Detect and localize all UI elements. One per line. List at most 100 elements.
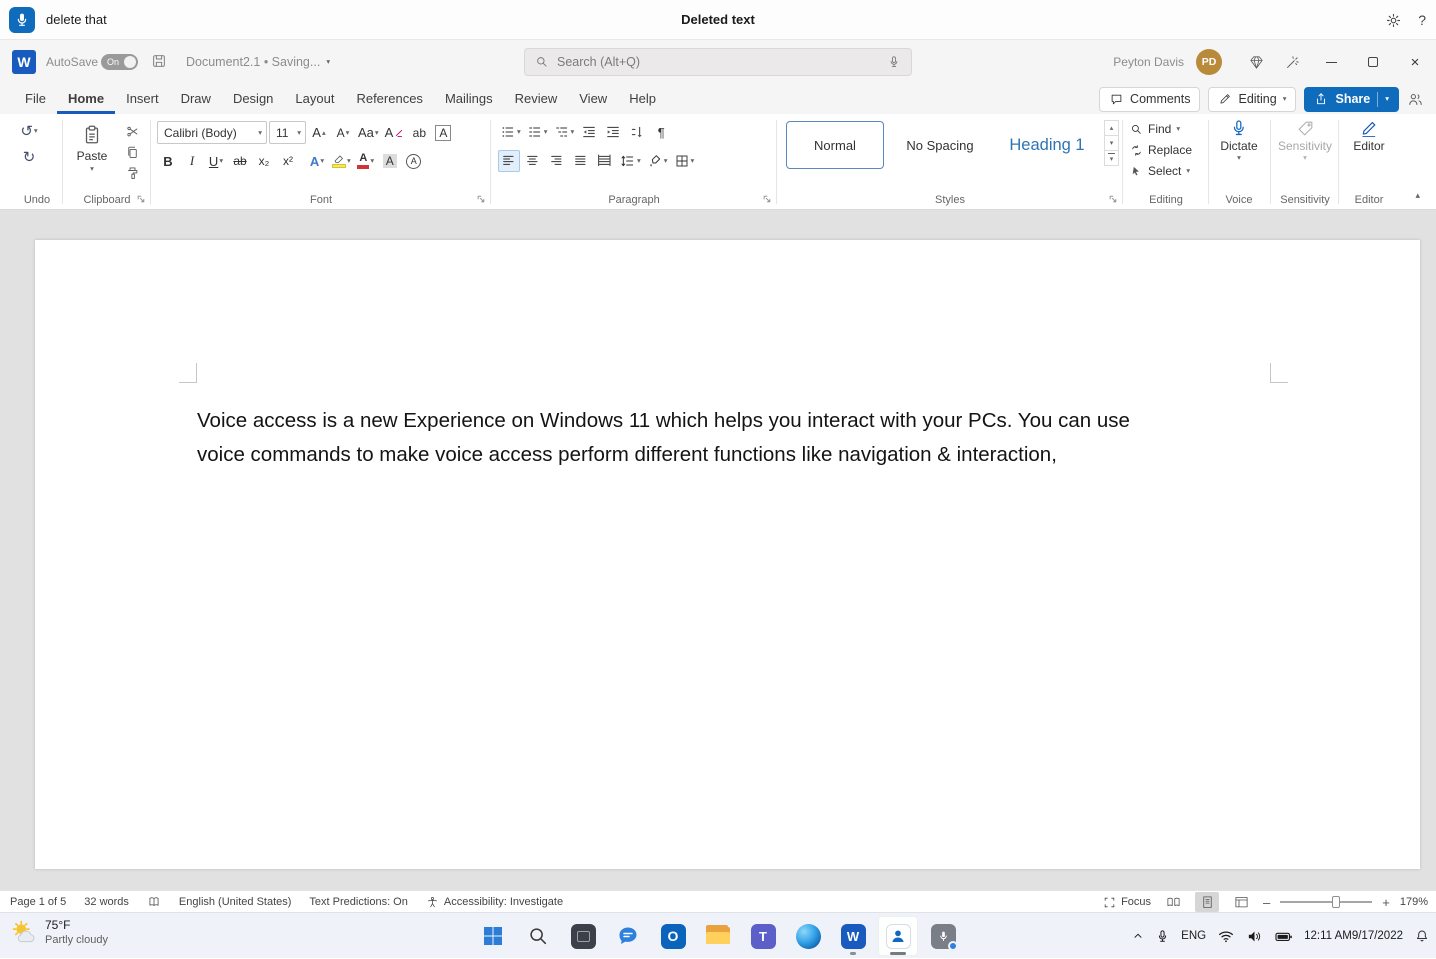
save-sync-icon[interactable]: [151, 53, 167, 69]
voice-access-settings-icon[interactable]: [923, 916, 963, 956]
replace-button[interactable]: Replace: [1130, 143, 1192, 157]
document-text[interactable]: Voice access is a new Experience on Wind…: [197, 404, 1327, 471]
search-box[interactable]: [524, 48, 912, 76]
tab-mailings[interactable]: Mailings: [434, 84, 504, 114]
sensitivity-button[interactable]: Sensitivity ▾: [1278, 119, 1332, 162]
clock[interactable]: 12:11 AM 9/17/2022: [1304, 929, 1403, 943]
subscript-button[interactable]: x₂: [253, 150, 275, 172]
people-icon[interactable]: [1407, 91, 1424, 108]
strikethrough-button[interactable]: ab: [229, 150, 251, 172]
bold-button[interactable]: B: [157, 150, 179, 172]
style-normal[interactable]: Normal: [786, 121, 884, 169]
zoom-slider[interactable]: [1280, 901, 1372, 903]
change-case-button[interactable]: Aa▾: [356, 122, 381, 144]
language-switcher[interactable]: ENG: [1181, 930, 1206, 942]
tab-help[interactable]: Help: [618, 84, 667, 114]
comments-button[interactable]: Comments: [1099, 87, 1200, 112]
zoom-in-button[interactable]: +: [1382, 895, 1390, 910]
decrease-indent-button[interactable]: [578, 121, 600, 143]
language-indicator[interactable]: English (United States): [179, 896, 292, 908]
tab-insert[interactable]: Insert: [115, 84, 170, 114]
zoom-out-button[interactable]: –: [1263, 895, 1270, 910]
proofing-status[interactable]: [147, 895, 161, 909]
weather-widget[interactable]: 75°F Partly cloudy: [10, 918, 108, 947]
file-explorer-icon[interactable]: [698, 916, 738, 956]
voice-help-button[interactable]: ?: [1418, 12, 1426, 28]
accessibility-status[interactable]: Accessibility: Investigate: [426, 896, 563, 909]
voice-settings-gear-icon[interactable]: [1385, 12, 1402, 29]
highlight-button[interactable]: ▾: [330, 150, 353, 172]
shading-button[interactable]: ▾: [645, 150, 670, 172]
tab-view[interactable]: View: [568, 84, 618, 114]
text-predictions[interactable]: Text Predictions: On: [309, 896, 407, 908]
share-button[interactable]: Share ▾: [1304, 87, 1399, 112]
italic-button[interactable]: I: [181, 150, 203, 172]
zoom-level[interactable]: 179%: [1400, 896, 1428, 908]
notification-bell-icon[interactable]: [1414, 928, 1430, 944]
tab-draw[interactable]: Draw: [170, 84, 222, 114]
word-app-icon[interactable]: W: [12, 50, 36, 74]
cut-button[interactable]: [120, 121, 144, 141]
align-center-button[interactable]: [522, 150, 544, 172]
tab-review[interactable]: Review: [504, 84, 569, 114]
voice-access-app-icon[interactable]: [878, 916, 918, 956]
styles-scroll-down[interactable]: ▾: [1104, 135, 1119, 151]
word-taskbar-icon[interactable]: W: [833, 916, 873, 956]
numbering-button[interactable]: ▾: [525, 121, 550, 143]
bullets-button[interactable]: ▾: [498, 121, 523, 143]
chat-icon[interactable]: [608, 916, 648, 956]
redo-button[interactable]: ↻: [18, 146, 40, 168]
font-color-button[interactable]: A ▾: [355, 150, 377, 172]
font-size-combo[interactable]: 11 ▾: [269, 121, 306, 144]
paragraph-dialog-launcher[interactable]: [760, 192, 774, 206]
grow-font-button[interactable]: A▴: [308, 122, 330, 144]
zoom-slider-thumb[interactable]: [1332, 896, 1340, 908]
font-name-combo[interactable]: Calibri (Body) ▾: [157, 121, 267, 144]
gem-icon[interactable]: [1238, 40, 1274, 84]
tab-layout[interactable]: Layout: [284, 84, 345, 114]
multilevel-list-button[interactable]: ▾: [552, 121, 577, 143]
enclose-characters-button[interactable]: A: [403, 150, 425, 172]
edge-icon[interactable]: [788, 916, 828, 956]
minimize-button[interactable]: [1310, 40, 1352, 84]
wand-icon[interactable]: [1274, 40, 1310, 84]
style-heading-1[interactable]: Heading 1: [996, 121, 1098, 169]
styles-dialog-launcher[interactable]: [1106, 192, 1120, 206]
align-left-button[interactable]: [498, 150, 520, 172]
volume-icon[interactable]: [1246, 928, 1263, 945]
teams-icon[interactable]: T: [743, 916, 783, 956]
paste-button[interactable]: Paste ▾: [68, 119, 116, 177]
copy-button[interactable]: [120, 142, 144, 162]
close-button[interactable]: ×: [1394, 40, 1436, 84]
tab-home[interactable]: Home: [57, 84, 115, 114]
dictate-button[interactable]: Dictate ▾: [1220, 119, 1257, 162]
focus-mode-button[interactable]: Focus: [1103, 896, 1151, 909]
distribute-button[interactable]: [594, 150, 616, 172]
web-layout-button[interactable]: [1229, 892, 1253, 912]
avatar[interactable]: PD: [1196, 49, 1222, 75]
superscript-button[interactable]: x²: [277, 150, 299, 172]
editor-button[interactable]: Editor: [1353, 119, 1384, 153]
find-button[interactable]: Find ▾: [1130, 122, 1180, 136]
undo-button[interactable]: ↺ ▾: [18, 120, 40, 142]
search-mic-icon[interactable]: [887, 55, 901, 69]
autosave-toggle[interactable]: On: [101, 54, 138, 70]
tab-design[interactable]: Design: [222, 84, 284, 114]
phonetic-guide-button[interactable]: ab: [408, 122, 430, 144]
sort-button[interactable]: [626, 121, 648, 143]
select-button[interactable]: Select ▾: [1130, 164, 1190, 178]
styles-scroll-up[interactable]: ▴: [1104, 120, 1119, 136]
start-button[interactable]: [473, 916, 513, 956]
outlook-icon[interactable]: O: [653, 916, 693, 956]
text-effects-button[interactable]: A▾: [306, 150, 328, 172]
line-spacing-button[interactable]: ▾: [618, 150, 643, 172]
print-layout-button[interactable]: [1195, 892, 1219, 912]
read-mode-button[interactable]: [1161, 892, 1185, 912]
format-painter-button[interactable]: [120, 163, 144, 183]
justify-button[interactable]: [570, 150, 592, 172]
clear-formatting-button[interactable]: A: [383, 122, 407, 144]
show-paragraph-marks-button[interactable]: ¶: [650, 121, 672, 143]
styles-gallery-more[interactable]: ▾: [1104, 150, 1119, 166]
underline-button[interactable]: U▾: [205, 150, 227, 172]
document-title[interactable]: Document2.1 • Saving... ▾: [186, 40, 330, 84]
